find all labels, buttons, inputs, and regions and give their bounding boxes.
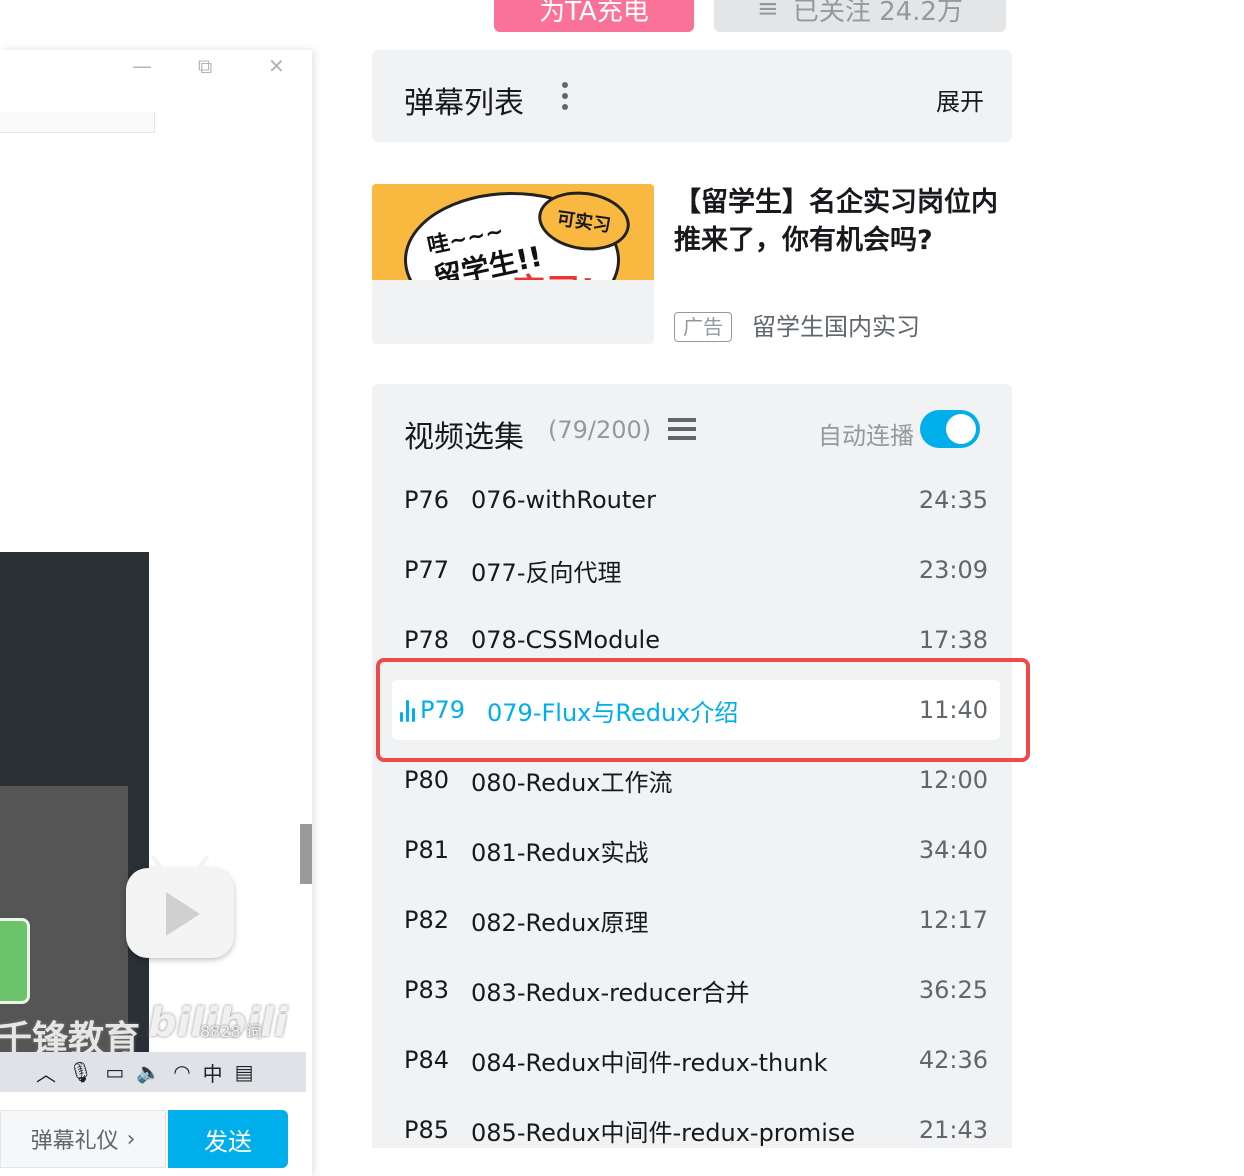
episode-title: 085-Redux中间件-redux-promise <box>471 1118 856 1147</box>
green-button-shape <box>0 918 30 1004</box>
episode-title: 078-CSSModule <box>471 626 660 654</box>
danmaku-input-row: 弹幕礼仪 › 发送 <box>0 1110 312 1170</box>
expand-button[interactable]: 展开 <box>936 82 984 117</box>
episode-title: 081-Redux实战 <box>471 838 649 867</box>
scrollbar-handle[interactable] <box>300 824 312 884</box>
episode-duration: 42:36 <box>918 1046 988 1074</box>
episode-number: P78 <box>404 626 450 654</box>
danmaku-list-title: 弹幕列表 <box>404 86 524 121</box>
speaker-icon[interactable]: 🔈 <box>136 1060 161 1084</box>
danmaku-list-header: 弹幕列表 展开 <box>372 50 1012 142</box>
episode-number: P83 <box>404 976 450 1004</box>
episode-number: P84 <box>404 1046 450 1074</box>
episode-list-title: 视频选集 <box>404 420 524 455</box>
episode-number: P82 <box>404 906 450 934</box>
wifi-icon[interactable]: ◠ <box>173 1060 190 1084</box>
ad-red-text: 实习! <box>512 264 596 280</box>
microphone-icon[interactable]: 🎙 <box>68 1060 93 1084</box>
episode-title: 080-Redux工作流 <box>471 768 673 797</box>
episode-row[interactable]: P84 084-Redux中间件-redux-thunk 42:36 <box>392 1030 1000 1090</box>
chevron-right-icon: › <box>126 1126 136 1152</box>
episode-duration: 12:00 <box>918 766 988 794</box>
episode-duration: 36:25 <box>918 976 988 1004</box>
autoplay-label: 自动连播 <box>818 422 914 450</box>
toggle-knob <box>946 414 976 444</box>
episode-row[interactable]: P85 085-Redux中间件-redux-promise 21:43 <box>392 1100 1000 1148</box>
ad-badge: 广告 <box>674 312 732 342</box>
episode-number: P77 <box>404 556 450 584</box>
episode-duration: 17:38 <box>918 626 988 654</box>
ad-image[interactable]: 哇~~~ 留学生!! 可实习 实习! <box>372 184 654 344</box>
episode-number: P76 <box>404 486 450 514</box>
list-view-icon[interactable] <box>668 418 696 440</box>
more-dots-icon[interactable] <box>562 82 568 110</box>
restore-icon[interactable]: ⧉ <box>198 54 212 78</box>
episode-row[interactable]: P76 076-withRouter 24:35 <box>392 470 1000 530</box>
episode-number: P81 <box>404 836 450 864</box>
danmaku-etiquette-button[interactable]: 弹幕礼仪 › <box>0 1110 166 1168</box>
word-count: 8828 词 <box>200 1022 262 1041</box>
highlight-annotation <box>376 658 1030 762</box>
episode-duration: 23:09 <box>918 556 988 584</box>
episode-title: 084-Redux中间件-redux-thunk <box>471 1048 828 1077</box>
address-bar[interactable] <box>0 112 155 133</box>
episode-row[interactable]: P77 077-反向代理 23:09 <box>392 540 1000 600</box>
charge-button[interactable]: 为TA充电 <box>494 0 694 32</box>
close-icon[interactable]: ✕ <box>268 54 285 78</box>
minimize-icon[interactable]: — <box>132 54 152 78</box>
bilibili-tv-icon <box>126 868 234 958</box>
episode-count: (79/200) <box>548 416 652 444</box>
episode-title: 077-反向代理 <box>471 558 622 587</box>
episode-list-panel: 视频选集 (79/200) 自动连播 P76 076-withRouter 24:3… <box>372 384 1012 1148</box>
play-icon <box>166 892 200 936</box>
battery-icon[interactable]: ▭ <box>105 1060 124 1084</box>
system-taskbar: ︿ 🎙 ▭ 🔈 ◠ 中 ▤ <box>0 1052 306 1092</box>
episode-title: 082-Redux原理 <box>471 908 649 937</box>
chevron-up-icon[interactable]: ︿ <box>36 1058 56 1087</box>
episode-duration: 21:43 <box>918 1116 988 1144</box>
follow-label: 已关注 24.2万 <box>792 0 963 27</box>
episode-row[interactable]: P83 083-Redux-reducer合并 36:25 <box>392 960 1000 1020</box>
notification-icon[interactable]: ▤ <box>235 1060 254 1084</box>
autoplay-toggle[interactable] <box>920 410 980 448</box>
episode-duration: 24:35 <box>918 486 988 514</box>
menu-icon: ≡ <box>757 0 779 24</box>
episode-number: P85 <box>404 1116 450 1144</box>
etiquette-label: 弹幕礼仪 <box>30 1129 119 1154</box>
follow-button[interactable]: ≡ 已关注 24.2万 <box>714 0 1006 32</box>
episode-title: 083-Redux-reducer合并 <box>471 978 750 1007</box>
ad-source[interactable]: 留学生国内实习 <box>752 312 920 342</box>
episode-title: 076-withRouter <box>471 486 656 514</box>
episode-row[interactable]: P82 082-Redux原理 12:17 <box>392 890 1000 950</box>
ad-card[interactable]: 哇~~~ 留学生!! 可实习 实习! 【留学生】名企实习岗位内推来了，你有机会吗… <box>372 184 1012 344</box>
episode-duration: 12:17 <box>918 906 988 934</box>
ad-title[interactable]: 【留学生】名企实习岗位内推来了，你有机会吗? <box>674 184 1014 260</box>
send-button[interactable]: 发送 <box>168 1110 288 1168</box>
episode-row[interactable]: P81 081-Redux实战 34:40 <box>392 820 1000 880</box>
ime-indicator[interactable]: 中 <box>203 1058 223 1087</box>
episode-duration: 34:40 <box>918 836 988 864</box>
episode-number: P80 <box>404 766 450 794</box>
